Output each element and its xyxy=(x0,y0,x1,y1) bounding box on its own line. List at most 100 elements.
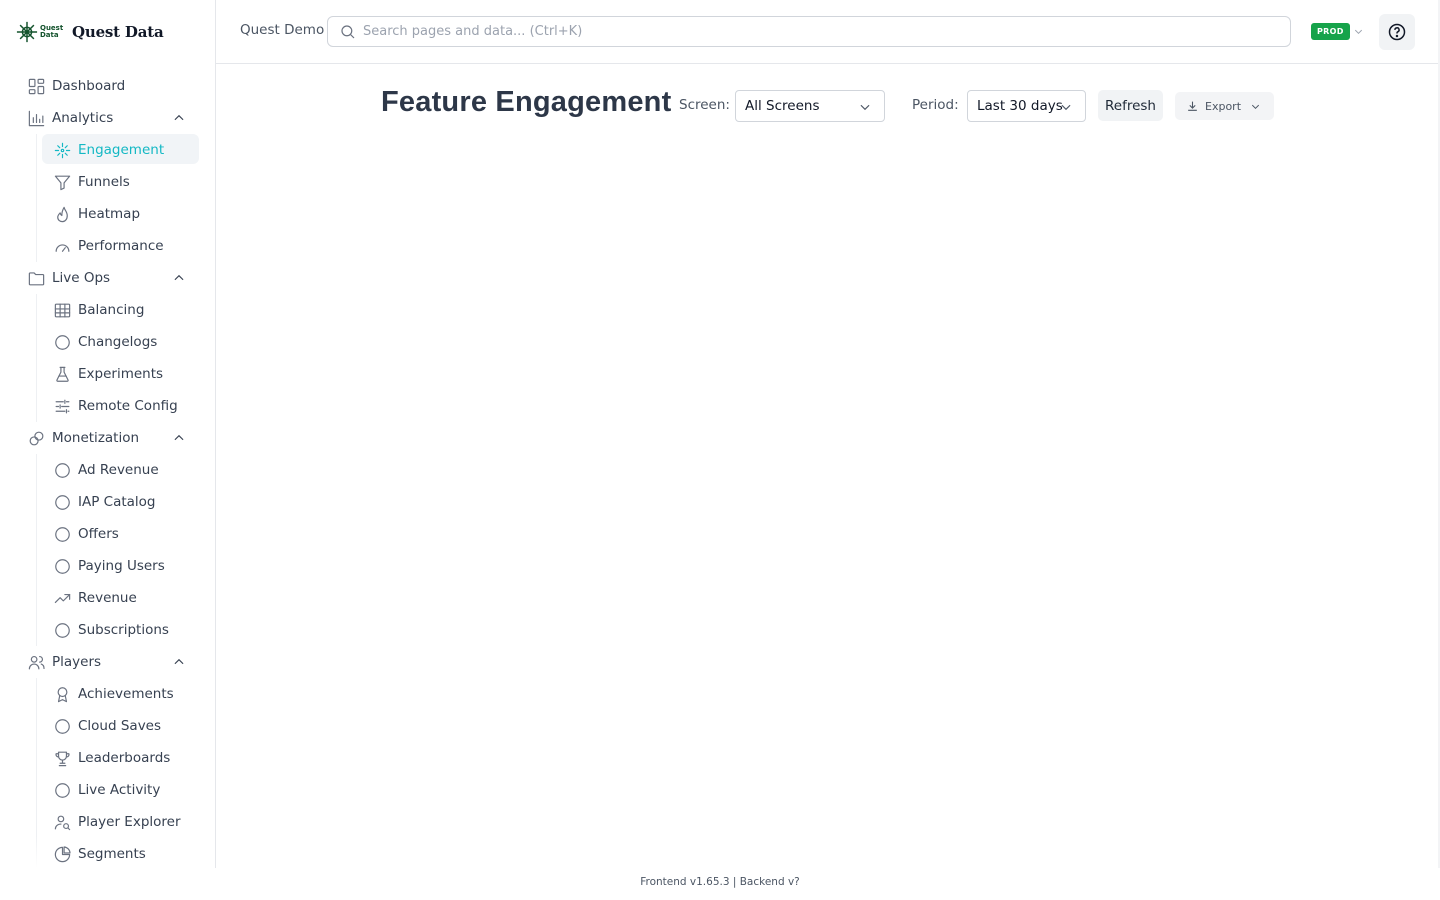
chevron-up-icon[interactable] xyxy=(172,111,186,125)
screen-select-value: All Screens xyxy=(745,98,820,114)
sidebar-item-label: Engagement xyxy=(78,142,165,158)
sidebar-item-label: Player Explorer xyxy=(78,814,181,830)
trophy-icon xyxy=(52,748,72,768)
search-input[interactable] xyxy=(363,24,1263,39)
pie-icon xyxy=(52,844,72,864)
version-footer: Frontend v1.65.3 | Backend v? xyxy=(640,876,800,888)
sidebar-subgroup-monetization: Ad Revenue IAP Catalog Offers Paying Users R… xyxy=(0,454,215,646)
users-icon xyxy=(26,652,46,672)
sidebar-item-label: Cloud Saves xyxy=(78,718,162,734)
chevron-down-icon xyxy=(1061,104,1071,111)
gauge-icon xyxy=(52,236,72,256)
download-icon xyxy=(1188,101,1197,111)
circle-icon xyxy=(52,524,72,544)
search-icon xyxy=(341,24,355,38)
funnel-icon xyxy=(52,172,72,192)
sidebar-item-label: Changelogs xyxy=(78,334,158,350)
chevron-down-icon xyxy=(1251,104,1260,109)
sidebar-item-label: Balancing xyxy=(78,302,145,318)
user-search-icon xyxy=(52,812,72,832)
brand-title: Quest Data xyxy=(72,23,164,41)
sidebar-item-label: Performance xyxy=(78,238,164,254)
sidebar-item-label: Paying Users xyxy=(78,558,165,574)
sidebar-item-label: Experiments xyxy=(78,366,164,382)
sidebar-item-label: Analytics xyxy=(52,110,114,126)
sidebar-item-label: Players xyxy=(52,654,102,670)
sidebar: Quest Data Quest Data Dashboard Analytics… xyxy=(0,0,216,868)
award-icon xyxy=(52,684,72,704)
sidebar-item-monetization[interactable]: Monetization xyxy=(0,422,215,454)
folder-icon xyxy=(26,268,46,288)
trending-up-icon xyxy=(52,588,72,608)
compass-logo-icon xyxy=(16,21,38,43)
refresh-button[interactable]: Refresh xyxy=(1098,90,1163,121)
sidebar-item-revenue[interactable]: Revenue xyxy=(0,582,215,614)
chevron-up-icon[interactable] xyxy=(172,431,186,445)
environment-badge[interactable]: PROD xyxy=(1311,23,1350,40)
sidebar-item-iap-catalog[interactable]: IAP Catalog xyxy=(0,486,215,518)
help-button[interactable] xyxy=(1379,14,1415,50)
help-circle-icon xyxy=(1388,23,1406,41)
sidebar-item-cloud-saves[interactable]: Cloud Saves xyxy=(0,710,215,742)
sidebar-item-performance[interactable]: Performance xyxy=(0,230,215,262)
chevron-up-icon[interactable] xyxy=(172,271,186,285)
sidebar-item-changelogs[interactable]: Changelogs xyxy=(0,326,215,358)
chevron-down-icon[interactable] xyxy=(1353,26,1364,37)
circle-icon xyxy=(52,620,72,640)
sidebar-item-players[interactable]: Players xyxy=(0,646,215,678)
sidebar-item-label: IAP Catalog xyxy=(78,494,156,510)
sidebar-item-engagement[interactable]: Engagement xyxy=(0,134,215,166)
circle-icon xyxy=(52,460,72,480)
sidebar-item-label: Leaderboards xyxy=(78,750,171,766)
sidebar-item-balancing[interactable]: Balancing xyxy=(0,294,215,326)
sidebar-item-label: Revenue xyxy=(78,590,137,606)
sliders-icon xyxy=(52,396,72,416)
bar-chart-icon xyxy=(26,108,46,128)
brand-small: Quest Data xyxy=(40,24,64,39)
sidebar-item-subscriptions[interactable]: Subscriptions xyxy=(0,614,215,646)
sidebar-item-player-explorer[interactable]: Player Explorer xyxy=(0,806,215,838)
sidebar-item-paying-users[interactable]: Paying Users xyxy=(0,550,215,582)
period-select-value: Last 30 days xyxy=(977,98,1063,114)
chevron-up-icon[interactable] xyxy=(172,655,186,669)
screen-label: Screen: xyxy=(679,97,730,113)
sidebar-item-leaderboards[interactable]: Leaderboards xyxy=(0,742,215,774)
circle-icon xyxy=(52,780,72,800)
sidebar-item-label: Heatmap xyxy=(78,206,141,222)
sidebar-item-label: Subscriptions xyxy=(78,622,169,638)
export-button[interactable]: Export xyxy=(1175,92,1274,120)
sidebar-item-label: Dashboard xyxy=(52,78,126,94)
sidebar-item-achievements[interactable]: Achievements xyxy=(0,678,215,710)
page-title: Feature Engagement xyxy=(381,86,672,118)
sidebar-item-offers[interactable]: Offers xyxy=(0,518,215,550)
sidebar-item-label: Monetization xyxy=(52,430,140,446)
sidebar-item-remote-config[interactable]: Remote Config xyxy=(0,390,215,422)
sidebar-item-heatmap[interactable]: Heatmap xyxy=(0,198,215,230)
sidebar-item-label: Offers xyxy=(78,526,119,542)
sidebar-nav: Dashboard Analytics Engagement Funnels Heatm… xyxy=(0,70,215,868)
sidebar-item-ad-revenue[interactable]: Ad Revenue xyxy=(0,454,215,486)
search-box[interactable] xyxy=(327,16,1291,47)
sidebar-item-dashboard[interactable]: Dashboard xyxy=(0,70,215,102)
grid-icon xyxy=(26,76,46,96)
sidebar-item-funnels[interactable]: Funnels xyxy=(0,166,215,198)
sidebar-subgroup-live-ops: Balancing Changelogs Experiments Remote Con… xyxy=(0,294,215,422)
screen-select[interactable]: All Screens xyxy=(735,90,885,122)
chevron-down-icon xyxy=(860,104,870,111)
coins-icon xyxy=(26,428,46,448)
app-name[interactable]: Quest Demo xyxy=(240,22,324,38)
sidebar-item-label: Funnels xyxy=(78,174,130,190)
sidebar-item-live-activity[interactable]: Live Activity xyxy=(0,774,215,806)
flame-icon xyxy=(52,204,72,224)
sidebar-item-label: Live Activity xyxy=(78,782,161,798)
period-label: Period: xyxy=(912,97,959,113)
sidebar-item-label: Segments xyxy=(78,846,146,862)
table-icon xyxy=(52,300,72,320)
flask-icon xyxy=(52,364,72,384)
brand-logo[interactable]: Quest Data Quest Data xyxy=(16,20,164,44)
sidebar-item-live-ops[interactable]: Live Ops xyxy=(0,262,215,294)
circle-icon xyxy=(52,492,72,512)
sidebar-item-analytics[interactable]: Analytics xyxy=(0,102,215,134)
sidebar-item-experiments[interactable]: Experiments xyxy=(0,358,215,390)
period-select[interactable]: Last 30 days xyxy=(967,90,1086,122)
